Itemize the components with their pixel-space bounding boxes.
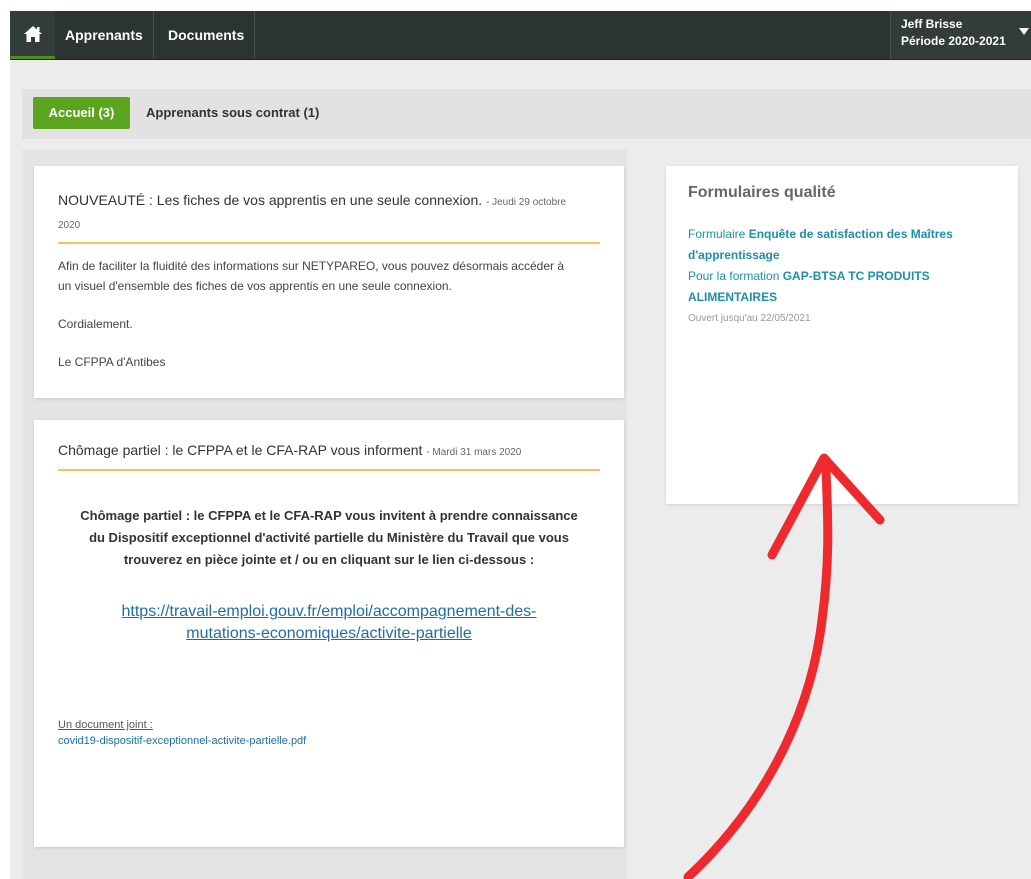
red-arrow-annotation: [683, 453, 885, 879]
